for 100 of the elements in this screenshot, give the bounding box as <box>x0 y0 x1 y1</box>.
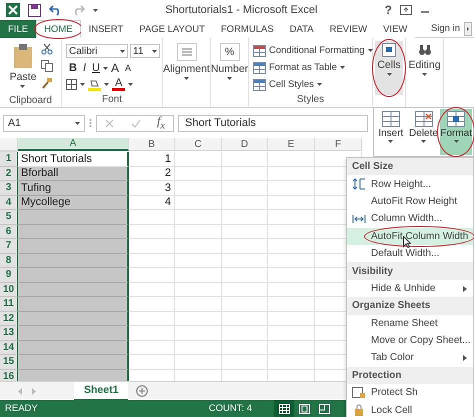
table-cell <box>175 239 222 254</box>
menu-item[interactable]: Protect Sh <box>347 384 473 402</box>
table-cell <box>222 297 268 312</box>
caret-icon <box>340 66 345 69</box>
caret-icon <box>368 49 373 52</box>
underline-button[interactable]: U <box>89 62 103 74</box>
borders-icon[interactable] <box>66 79 77 90</box>
shrink-font-button[interactable]: A <box>122 63 134 73</box>
column-header[interactable]: C <box>175 138 222 151</box>
italic-button[interactable]: I <box>80 62 90 74</box>
ribbon-tab[interactable]: FILE <box>0 20 36 38</box>
fill-color-icon[interactable] <box>88 78 101 90</box>
save-icon[interactable] <box>28 4 41 16</box>
page-layout-icon <box>298 404 310 414</box>
copy-icon <box>41 60 54 72</box>
cells-panel-button[interactable]: Delete <box>408 109 440 155</box>
ribbon-display-icon[interactable] <box>400 5 412 15</box>
annotation-ellipse <box>372 39 406 97</box>
sheet-tab[interactable]: Sheet1 <box>74 382 128 400</box>
view-button[interactable] <box>274 400 294 417</box>
row-header[interactable]: 1 <box>0 152 18 166</box>
menu-item[interactable]: Hide & Unhide <box>347 280 473 298</box>
menu-item[interactable]: AutoFit Row Height <box>347 192 473 210</box>
editing-button[interactable]: Editing <box>406 41 443 95</box>
menu-item[interactable]: Lock Cell <box>347 401 473 417</box>
styles-menu-button[interactable]: Cell Styles <box>253 76 322 92</box>
menu-item[interactable]: Default Width... <box>347 244 473 262</box>
table-cell <box>268 224 315 239</box>
row-header[interactable]: 14 <box>0 340 18 355</box>
table-cell <box>222 152 268 166</box>
grow-font-button[interactable]: A <box>108 61 122 75</box>
menu-item[interactable]: Column Width... <box>347 210 473 228</box>
column-header[interactable]: E <box>268 138 315 151</box>
status-count: COUNT: 4 <box>208 403 252 414</box>
column-header[interactable]: A <box>18 138 129 151</box>
row-header[interactable]: 12 <box>0 312 18 326</box>
row-header[interactable]: 5 <box>0 210 18 224</box>
table-cell <box>268 268 315 282</box>
font-color-button[interactable]: A <box>112 78 126 91</box>
cells-panel-button[interactable]: Format <box>440 109 472 155</box>
row-header[interactable]: 7 <box>0 239 18 254</box>
ribbon-tab[interactable]: HOME <box>36 20 81 38</box>
sign-in-link[interactable]: Sign in <box>430 23 464 34</box>
row-header[interactable]: 4 <box>0 196 18 210</box>
caret-icon <box>102 66 108 70</box>
formula-field[interactable]: Short Tutorials <box>178 114 368 132</box>
paste-button[interactable]: Paste <box>8 41 38 95</box>
binoculars-icon <box>418 43 432 57</box>
row-header[interactable]: 15 <box>0 355 18 370</box>
table-cell <box>175 181 222 196</box>
table-cell <box>222 239 268 254</box>
table-cell <box>129 282 175 297</box>
table-cell <box>129 210 175 224</box>
row-header[interactable]: 6 <box>0 224 18 239</box>
menu-item[interactable]: Tab Color <box>347 349 473 367</box>
menu-item[interactable]: AutoFit Column Width <box>347 228 473 245</box>
row-header[interactable]: 9 <box>0 268 18 282</box>
column-header[interactable]: F <box>315 138 362 151</box>
dots-icon <box>89 118 92 128</box>
row-header[interactable]: 13 <box>0 326 18 340</box>
add-sheet-icon[interactable] <box>136 385 148 397</box>
protect-sheet-icon <box>352 387 366 400</box>
caret-icon <box>421 140 426 143</box>
help-button[interactable]: ? <box>384 3 392 17</box>
caret-icon <box>386 73 392 76</box>
menu-item[interactable]: Row Height... <box>347 175 473 193</box>
table-cell <box>268 254 315 268</box>
row-header[interactable]: 16 <box>0 370 18 381</box>
insert-function-button[interactable]: f$_{x}$ <box>156 114 165 132</box>
styles-menu-button[interactable]: Conditional Formatting <box>253 42 373 58</box>
row-header[interactable]: 10 <box>0 282 18 297</box>
cells-panel-button[interactable]: Insert <box>375 109 407 155</box>
bold-button[interactable]: B <box>66 62 80 74</box>
table-cell <box>175 355 222 370</box>
table-cell <box>268 239 315 254</box>
column-header[interactable]: B <box>129 138 175 151</box>
menu-item[interactable]: Move or Copy Sheet... <box>347 332 473 350</box>
styles-menu-button[interactable]: Format as Table <box>253 60 345 76</box>
row-header[interactable]: 8 <box>0 254 18 268</box>
row-header[interactable]: 3 <box>0 181 18 196</box>
table-cell <box>175 152 222 166</box>
name-box[interactable]: A1 <box>3 114 85 132</box>
table-cell <box>175 268 222 282</box>
row-header[interactable]: 2 <box>0 166 18 181</box>
table-cell <box>129 340 175 355</box>
table-cell: Short Tutorials <box>18 152 129 166</box>
column-header[interactable]: D <box>222 138 268 151</box>
table-cell <box>268 210 315 224</box>
check-icon <box>130 118 141 128</box>
font-size-field[interactable]: 11 <box>130 44 160 58</box>
table-cell <box>222 282 268 297</box>
table-cell <box>129 224 175 239</box>
font-name-field[interactable]: Calibri <box>66 44 128 58</box>
table-cell <box>268 181 315 196</box>
table-cell: 4 <box>129 196 175 210</box>
menu-item[interactable]: Rename Sheet <box>347 314 473 332</box>
cells-button[interactable]: Cells <box>375 41 403 95</box>
row-header[interactable]: 11 <box>0 297 18 312</box>
table-rows-icon <box>414 111 432 127</box>
table-cell <box>222 326 268 340</box>
